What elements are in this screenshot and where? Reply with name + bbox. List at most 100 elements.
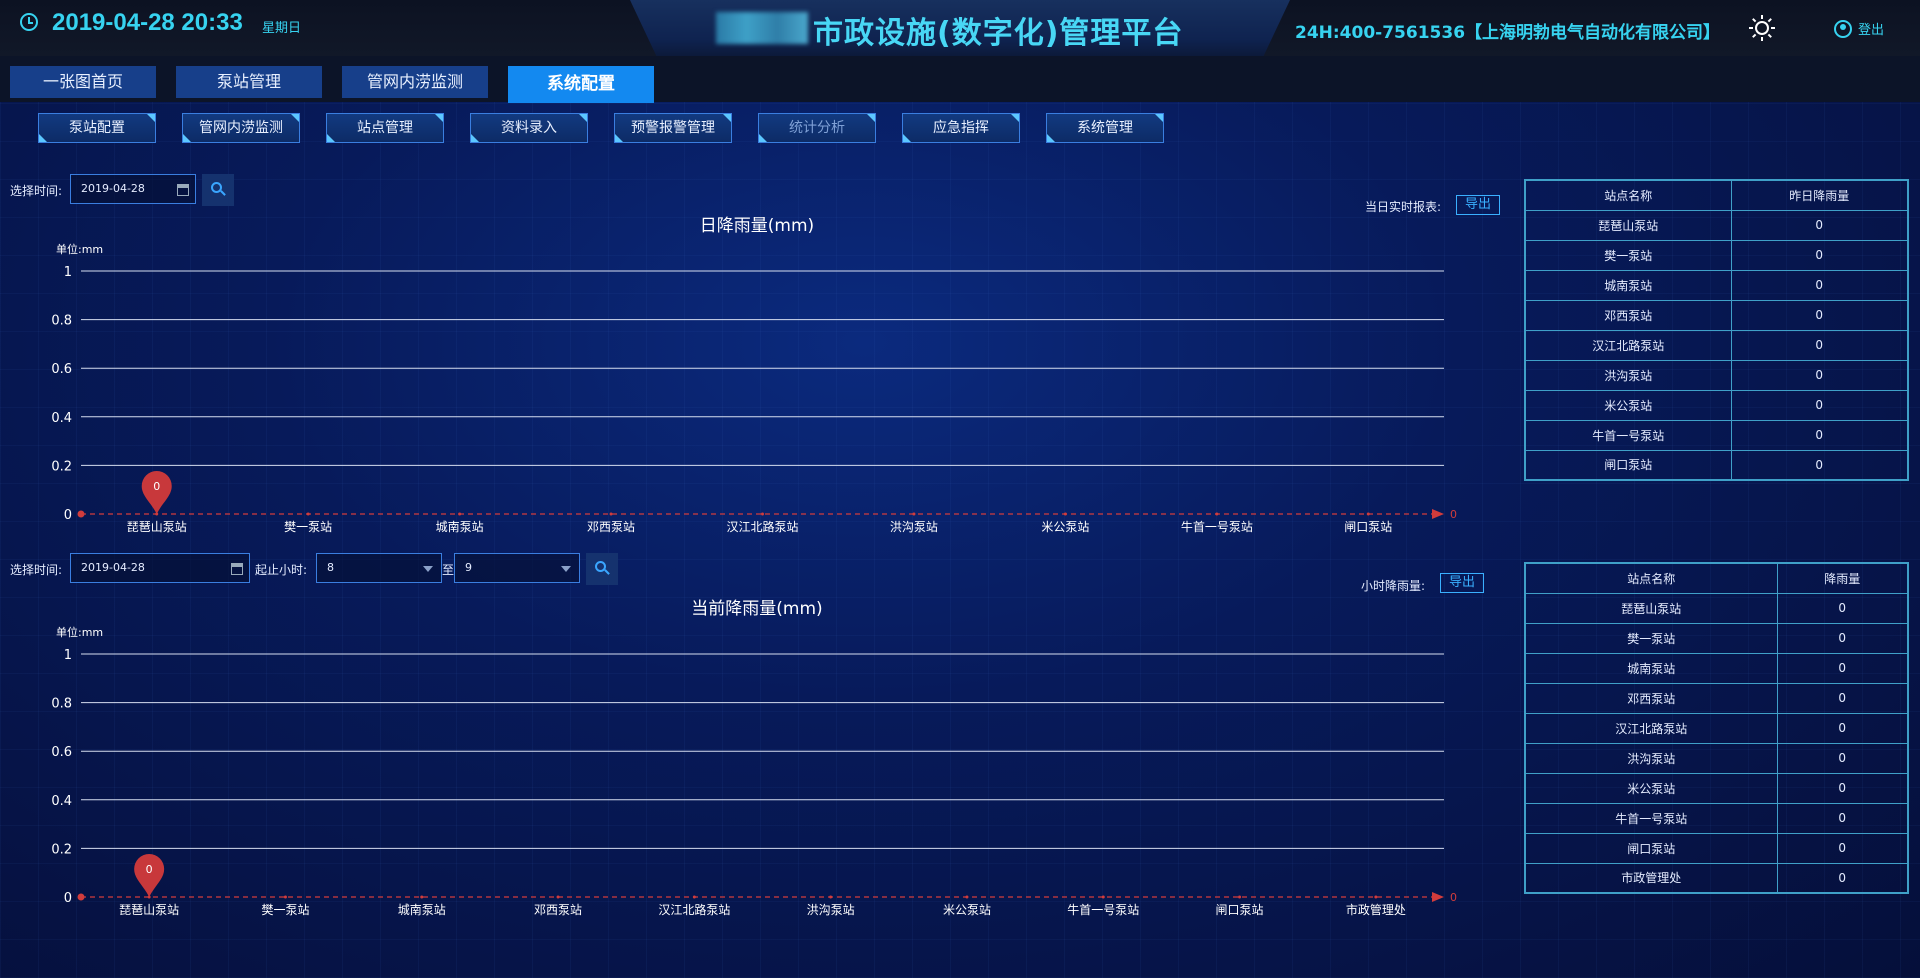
x-tick-label: 牛首一号泵站 (1181, 519, 1253, 534)
station-name-cell: 邓西泵站 (1524, 299, 1732, 331)
sun-icon[interactable] (1748, 14, 1776, 42)
rainfall-value-cell: 0 (1776, 622, 1909, 654)
subtab-statistics[interactable]: 统计分析 (758, 113, 876, 143)
subtab-emergency[interactable]: 应急指挥 (902, 113, 1020, 143)
y-tick-label: 0.2 (51, 459, 72, 474)
x-tick-label: 汉江北路泵站 (658, 902, 730, 917)
subtab-system-management[interactable]: 系统管理 (1046, 113, 1164, 143)
table-row: 闸口泵站 0 (1524, 449, 1909, 481)
subtab-label: 应急指挥 (933, 120, 989, 136)
rainfall-value-cell: 0 (1776, 862, 1909, 894)
x-tick-label: 城南泵站 (398, 902, 446, 917)
daily-rainfall-svg: 日降雨量(mm) 单位:mm 1 0.8 0.6 0.4 0.2 0 0 琵琶山泵站 樊一泵站 城南泵… (51, 216, 1457, 534)
app-title: 市政设施(数字化)管理平台 (813, 16, 1184, 51)
select-time-label: 选择时间: (10, 563, 63, 577)
data-point (609, 512, 613, 516)
subtab-label: 泵站配置 (69, 120, 125, 136)
series-end-arrow (1432, 509, 1444, 519)
table-row: 城南泵站 0 (1524, 652, 1909, 684)
tab-pump-station[interactable]: 泵站管理 (176, 66, 322, 98)
table-row: 樊一泵站 0 (1524, 239, 1909, 271)
select-time-label: 选择时间: (10, 184, 63, 198)
station-name-cell: 洪沟泵站 (1524, 359, 1732, 391)
chart-title: 当前降雨量(mm) (691, 599, 822, 619)
calendar-icon[interactable] (177, 184, 189, 196)
table-row: 牛首一号泵站 0 (1524, 419, 1909, 451)
hour-start-value: 8 (327, 561, 334, 574)
table-row: 邓西泵站 0 (1524, 299, 1909, 331)
tab-system-config[interactable]: 系统配置 (508, 66, 654, 103)
value-marker-label: 0 (146, 863, 153, 876)
daily-search-button[interactable] (202, 174, 234, 206)
y-tick-label: 1 (64, 265, 72, 280)
chevron-down-icon (561, 566, 571, 572)
daily-date-value: 2019-04-28 (81, 182, 145, 195)
table-row: 洪沟泵站 0 (1524, 742, 1909, 774)
hourly-export-button[interactable]: 导出 (1440, 573, 1484, 593)
y-tick-label: 0.4 (51, 411, 72, 426)
hourly-search-button[interactable] (586, 553, 618, 585)
table-header: 昨日降雨量 (1730, 179, 1909, 211)
hour-end-select[interactable]: 9 (454, 553, 580, 583)
station-name-cell: 樊一泵站 (1524, 622, 1778, 654)
daily-date-input[interactable]: 2019-04-28 (70, 174, 196, 204)
data-point (1063, 512, 1067, 516)
x-tick-label: 邓西泵站 (534, 903, 582, 917)
logout-link[interactable]: 登出 (1858, 19, 1884, 38)
subtab-pump-config[interactable]: 泵站配置 (38, 113, 156, 143)
table-row: 樊一泵站 0 (1524, 622, 1909, 654)
x-tick-label: 洪沟泵站 (890, 520, 938, 534)
subtab-label: 资料录入 (501, 120, 557, 136)
x-tick-label: 汉江北路泵站 (726, 519, 798, 534)
series-start-point (77, 510, 85, 518)
data-point (761, 512, 764, 516)
data-point (306, 512, 310, 516)
hour-start-select[interactable]: 8 (316, 553, 442, 583)
station-name-cell: 汉江北路泵站 (1524, 329, 1732, 361)
series-start-point (77, 893, 85, 901)
series-end-label: 0 (1450, 508, 1457, 521)
data-point (912, 512, 916, 516)
x-tick-label: 樊一泵站 (261, 903, 309, 917)
data-point (556, 895, 560, 899)
station-name-cell: 牛首一号泵站 (1524, 419, 1732, 451)
hourly-rainfall-svg: 当前降雨量(mm) 单位:mm 1 0.8 0.6 0.4 0.2 0 0 琵琶山泵站 樊一泵站 城南… (51, 599, 1457, 917)
series-end-arrow (1432, 892, 1444, 902)
calendar-icon[interactable] (231, 563, 243, 575)
hourly-date-input[interactable]: 2019-04-28 (70, 553, 250, 583)
x-tick-label: 米公泵站 (943, 903, 991, 917)
main-nav: 一张图首页 泵站管理 管网内涝监测 系统配置 (0, 56, 1920, 103)
x-tick-label: 米公泵站 (1041, 520, 1089, 534)
table-row: 琵琶山泵站 0 (1524, 592, 1909, 624)
station-name-cell: 琵琶山泵站 (1524, 209, 1732, 241)
rainfall-value-cell: 0 (1776, 772, 1909, 804)
y-tick-label: 1 (64, 648, 72, 663)
data-point (283, 895, 287, 899)
table-row: 闸口泵站 0 (1524, 832, 1909, 864)
rainfall-value-cell: 0 (1730, 419, 1909, 451)
data-point (420, 895, 424, 899)
table-row: 邓西泵站 0 (1524, 682, 1909, 714)
table-row: 米公泵站 0 (1524, 772, 1909, 804)
station-name-cell: 米公泵站 (1524, 772, 1778, 804)
y-tick-label: 0 (64, 891, 72, 906)
station-name-cell: 牛首一号泵站 (1524, 802, 1778, 834)
table-row: 汉江北路泵站 0 (1524, 329, 1909, 361)
subtab-data-entry[interactable]: 资料录入 (470, 113, 588, 143)
table-header: 降雨量 (1776, 562, 1909, 594)
subtab-alarm-management[interactable]: 预警报警管理 (614, 113, 732, 143)
subtab-pipe-monitoring[interactable]: 管网内涝监测 (182, 113, 300, 143)
hour-range-label: 起止小时: (255, 563, 308, 577)
user-icon[interactable] (1834, 20, 1852, 38)
x-tick-label: 樊一泵站 (284, 520, 332, 534)
data-point (1374, 895, 1378, 899)
tab-pipe-monitoring[interactable]: 管网内涝监测 (342, 66, 488, 98)
rainfall-value-cell: 0 (1730, 209, 1909, 241)
tab-home[interactable]: 一张图首页 (10, 66, 156, 98)
y-tick-label: 0.6 (51, 362, 72, 377)
subtab-site-management[interactable]: 站点管理 (326, 113, 444, 143)
rainfall-value-cell: 0 (1730, 299, 1909, 331)
station-name-cell: 樊一泵站 (1524, 239, 1732, 271)
y-tick-label: 0.4 (51, 794, 72, 809)
table-row: 米公泵站 0 (1524, 389, 1909, 421)
